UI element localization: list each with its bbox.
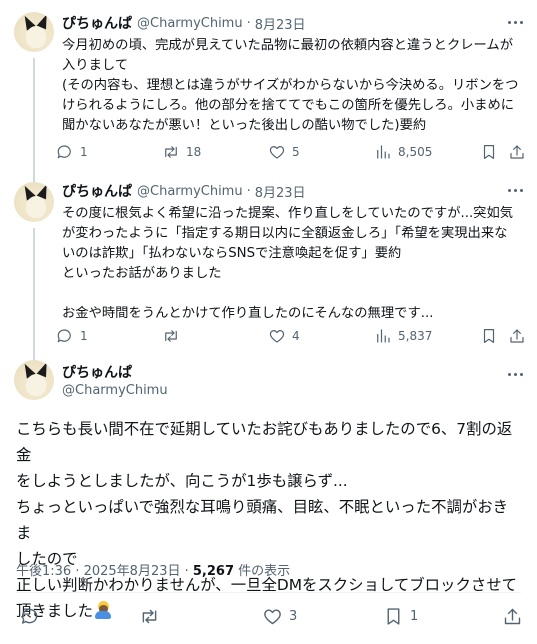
avatar[interactable] <box>14 182 54 222</box>
views-count: 8,505 <box>398 145 433 159</box>
thread-line <box>33 228 35 350</box>
display-name[interactable]: ぴちゅんぱ <box>62 181 132 201</box>
like-count: 5 <box>292 145 300 159</box>
action-bar: 1 4 5,837 <box>56 325 529 347</box>
heart-icon <box>269 330 285 343</box>
heart-icon <box>269 146 285 159</box>
retweet-count: 18 <box>186 145 202 159</box>
thread-line <box>33 58 35 172</box>
like-button[interactable]: 3 <box>262 605 297 627</box>
tweet-reply-2[interactable]: ぴちゅんぱ @CharmyChimu · 8月23日 その度に根気よく希望に沿っ… <box>0 172 537 350</box>
speech-bubble-icon <box>57 329 71 343</box>
views-label: 件の表示 <box>234 564 291 579</box>
bookmark-icon <box>387 607 400 625</box>
reply-count: 1 <box>80 145 88 159</box>
retweet-button[interactable]: 18 <box>162 141 201 163</box>
tweet-body: こちらも長い間不在で延期していたお詫びもありましたので6、7割の返金 をしようと… <box>16 420 518 620</box>
divider <box>16 592 521 593</box>
display-name[interactable]: ぴちゅんぱ <box>62 13 132 33</box>
like-button[interactable]: 5 <box>268 141 300 163</box>
more-dots-icon[interactable] <box>507 14 523 30</box>
tweet-text: 今月初めの頃、完成が見えていた品物に最初の依頼内容と違うとクレームが 入りまして… <box>62 38 519 133</box>
reply-button[interactable]: 1 <box>56 141 88 163</box>
author-block: ぴちゅんぱ @CharmyChimu <box>62 364 168 400</box>
reply-button[interactable] <box>20 605 47 627</box>
heart-icon <box>264 609 281 624</box>
retweet-button[interactable] <box>162 325 186 347</box>
user-handle[interactable]: @CharmyChimu <box>137 16 243 31</box>
more-dots-icon[interactable] <box>507 182 523 198</box>
bookmark-button[interactable] <box>480 141 498 163</box>
bookmark-icon <box>483 145 495 159</box>
retweet-icon <box>142 609 157 623</box>
speech-bubble-icon <box>21 608 38 624</box>
views-count: 5,837 <box>398 329 433 343</box>
tweet-reply-1[interactable]: ぴちゅんぱ @CharmyChimu · 8月23日 今月初めの頃、完成が見えて… <box>0 0 537 172</box>
tweet-header: ぴちゅんぱ @CharmyChimu · 8月23日 <box>62 180 497 202</box>
share-button[interactable] <box>502 605 523 627</box>
tweet-meta: 午後1:36 · 2025年8月23日 · 5,267 件の表示 <box>16 560 290 579</box>
reply-button[interactable]: 1 <box>56 325 88 347</box>
like-button[interactable]: 4 <box>268 325 300 347</box>
avatar[interactable] <box>14 360 54 400</box>
action-bar: 1 18 5 8,505 <box>56 141 529 163</box>
share-button[interactable] <box>508 141 526 163</box>
thread-line <box>33 172 35 182</box>
tweet-date[interactable]: 8月23日 <box>255 14 306 33</box>
share-icon <box>504 608 521 624</box>
tweet-timestamp[interactable]: 午後1:36 · 2025年8月23日 · <box>16 564 193 579</box>
display-name[interactable]: ぴちゅんぱ <box>62 364 168 382</box>
tweet-text: その度に根気よく希望に沿った提案、作り直しをしていたのですが...突如気 が変わ… <box>62 206 514 321</box>
bookmark-button[interactable] <box>480 325 498 347</box>
user-handle[interactable]: @CharmyChimu <box>137 184 243 199</box>
tweet-date[interactable]: 8月23日 <box>255 182 306 201</box>
avatar[interactable] <box>14 12 54 52</box>
retweet-button[interactable] <box>139 605 166 627</box>
views-button[interactable]: 5,837 <box>374 325 432 347</box>
thread-line <box>33 350 35 360</box>
focused-tweet: ぴちゅんぱ @CharmyChimu こちらも長い間不在で延期していたお詫びもあ… <box>0 350 537 644</box>
user-handle[interactable]: @CharmyChimu <box>62 382 168 400</box>
like-count: 4 <box>292 329 300 343</box>
share-icon <box>510 145 524 159</box>
speech-bubble-icon <box>57 145 71 159</box>
views-button[interactable]: 8,505 <box>374 141 432 163</box>
share-icon <box>510 329 524 343</box>
share-button[interactable] <box>508 325 526 347</box>
like-count: 3 <box>289 608 298 624</box>
bar-chart-icon <box>377 145 390 159</box>
views-count: 5,267 <box>192 564 235 579</box>
more-dots-icon[interactable] <box>507 366 523 382</box>
bookmark-icon <box>483 329 495 343</box>
reply-count: 1 <box>80 329 88 343</box>
bookmark-button[interactable]: 1 <box>383 605 418 627</box>
retweet-icon <box>165 330 177 342</box>
tweet-header: ぴちゅんぱ @CharmyChimu · 8月23日 <box>62 12 497 34</box>
bar-chart-icon <box>377 329 390 343</box>
action-bar: 3 1 <box>0 605 537 629</box>
bookmark-count: 1 <box>410 608 419 624</box>
retweet-icon <box>165 146 177 158</box>
